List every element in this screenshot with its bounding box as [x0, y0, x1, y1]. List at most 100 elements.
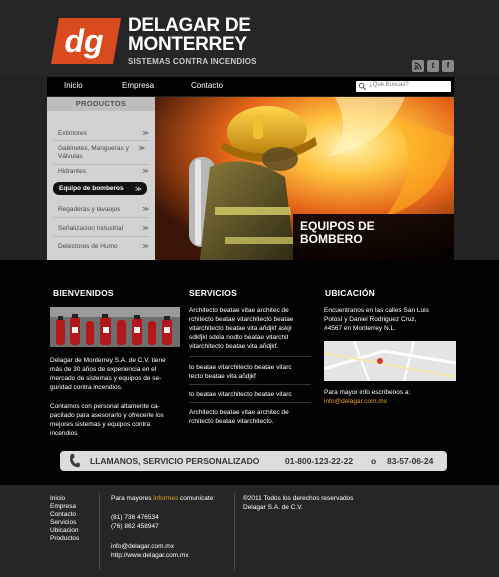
sidebar-item-label: Extintores: [58, 130, 87, 137]
text-line: vitarchitecto beatae vita añdjkf askjr: [189, 325, 292, 332]
sidebar-item-extintores[interactable]: Extintores ≫: [58, 130, 153, 138]
facebook-icon[interactable]: f: [442, 60, 454, 72]
brand-name-line2: MONTERREY: [128, 34, 247, 55]
text-line: mejores sistemas y equipos contra: [50, 421, 151, 428]
sidebar-item-label: Detectores de Humo: [58, 243, 118, 250]
sidebar-item-label: Señalizacion Industrial: [58, 225, 124, 232]
text-line: Potosí y Daniel Rodriguez Cruz,: [324, 316, 417, 323]
servicios-block-2: to beatae vitarchitecto beatae vitarc te…: [189, 363, 319, 381]
footer-copyright-2: Delagar S.A. de C.V.: [243, 504, 303, 511]
chevron-right-icon: ≫: [142, 130, 149, 137]
footer-divider: [234, 493, 235, 570]
bienvenidos-title: BIENVENIDOS: [53, 288, 114, 298]
ubicacion-title: UBICACIÓN: [325, 288, 375, 298]
sidebar-item-senalizacion[interactable]: Señalizacion Industrial ≫: [58, 225, 153, 233]
footer-contact-heading: Para mayores informes comunicate:: [111, 495, 215, 503]
text-line: rchitecto beatae vitarchitecto.: [189, 418, 274, 425]
nav-item-contacto[interactable]: Contacto: [191, 81, 223, 90]
phone-separator: o: [371, 456, 377, 466]
footer-nav: Inicio Empresa Contacto Servicios Ubicac…: [50, 495, 79, 543]
phone-icon: [70, 454, 80, 468]
footer-link-empresa[interactable]: Empresa: [50, 503, 79, 511]
chevron-right-icon: ≫: [142, 243, 149, 250]
text-segment: Para mayores: [111, 495, 154, 502]
text-line: Delagar de Monterrey S.A. de C.V. tiene: [50, 357, 166, 364]
footer-link-servicios[interactable]: Servicios: [50, 519, 79, 527]
text-segment: comunicate:: [178, 495, 216, 502]
logo-mark: dg: [64, 23, 103, 59]
nav-item-empresa[interactable]: Empresa: [122, 81, 154, 90]
sidebar-item-regaderas[interactable]: Regaderas y lavaojos ≫: [58, 206, 153, 214]
servicios-title: SERVICIOS: [189, 288, 237, 298]
chevron-right-icon: ≫: [142, 206, 149, 213]
divider: [53, 164, 149, 165]
phone-number-2[interactable]: 83-57-06-24: [387, 456, 433, 466]
servicios-block-3: to beatae vitarchitecto beatae vitarc: [189, 390, 319, 399]
footer-copyright-1: ®2011 Todos los derechos reservados: [243, 495, 354, 502]
chevron-right-icon: ≫: [138, 145, 145, 152]
footer-phone-2: (76) 862 458947: [111, 523, 159, 530]
footer-link-contacto[interactable]: Contacto: [50, 511, 79, 519]
text-line: to beatae vitarchitecto beatae vitarc: [189, 364, 292, 371]
divider: [53, 140, 149, 141]
info-text: Para mayor info escribenos a:: [324, 389, 411, 396]
location-map[interactable]: [324, 341, 456, 381]
divider: [53, 236, 149, 237]
sidebar-item-detectores[interactable]: Detectores de Humo ≫: [58, 243, 153, 251]
footer-link-productos[interactable]: Productos: [50, 535, 79, 543]
address: Encuentranos en las calles San Luis Poto…: [324, 306, 459, 333]
text-line: to beatae vitarchitecto beatae vitarc: [189, 391, 292, 398]
footer-link-inicio[interactable]: Inicio: [50, 495, 79, 503]
text-line: sdkfjkl sdela nodto beatae vitarchit: [189, 334, 289, 341]
text-line: pacitado para asesorarlo y ofrecerle los: [50, 412, 164, 419]
extinguishers-image: [50, 307, 180, 347]
chevron-right-icon: ≫: [142, 168, 149, 175]
divider: [189, 402, 311, 403]
email-link[interactable]: info@delagar.com.mx: [324, 397, 387, 406]
brand-tagline: SISTEMAS CONTRA INCENDIOS: [128, 57, 257, 66]
nav-item-inicio[interactable]: Inicio: [64, 81, 83, 90]
text-line: más de 30 años de experiencia en el: [50, 366, 157, 373]
search-placeholder: ¿Que Buscas?: [369, 82, 409, 88]
divider: [189, 356, 311, 357]
footer-email[interactable]: info@delagar.com.mx: [111, 543, 174, 551]
search-input[interactable]: ¿Que Buscas?: [356, 81, 451, 92]
servicios-block-1: Architecto beatae vitae architec de rchi…: [189, 306, 319, 351]
sidebar-item-label: Hidrantes: [58, 168, 86, 175]
footer-link-ubicacion[interactable]: Ubicacion: [50, 527, 79, 535]
hero-caption: EQUIPOS DE BOMBERO: [300, 220, 375, 246]
footer-divider: [99, 493, 100, 570]
sidebar-item-label: Gabinetes, Mangueras y Válvulas: [58, 145, 129, 160]
text-line: guridad contra incendios.: [50, 384, 123, 391]
text-line: #4567 en Monterrey N.L.: [324, 325, 396, 332]
text-line: Architecto beatae vitae architec de: [189, 409, 289, 416]
rss-icon[interactable]: [412, 60, 424, 72]
hero-caption-line2: BOMBERO: [300, 232, 363, 246]
sidebar-title: PRODUCTOS: [47, 97, 155, 111]
divider: [53, 217, 149, 218]
text-line: incendios: [50, 430, 78, 437]
text-line: tecto beatae vita añdjkf: [189, 373, 256, 380]
chevron-right-icon: ≫: [135, 186, 142, 193]
search-icon: [358, 82, 367, 91]
sidebar-item-hidrantes[interactable]: Hidrantes ≫: [58, 168, 153, 176]
phone-number-1[interactable]: 01-800-123-22-22: [285, 456, 353, 466]
text-line: mercado de sistemas y equipos de se-: [50, 375, 162, 382]
text-line: Architecto beatae vitae architec de: [189, 307, 289, 314]
text-highlight: informes: [153, 495, 179, 502]
twitter-icon[interactable]: t: [427, 60, 439, 72]
chevron-right-icon: ≫: [142, 225, 149, 232]
sidebar-item-gabinetes[interactable]: Gabinetes, Mangueras y Válvulas ≫: [58, 145, 145, 161]
footer-website[interactable]: http://www.delagar.com.mx: [111, 552, 189, 560]
text-line: Encuentranos en las calles San Luis: [324, 307, 429, 314]
sidebar-item-label-active[interactable]: Equipo de bomberos: [59, 185, 124, 192]
text-line: rchitecto beatae vitarchitecto beatae: [189, 316, 294, 323]
brand-name: DELAGAR DE MONTERREY: [128, 16, 251, 54]
text-line: Contamos con personal altamente ca-: [50, 403, 160, 410]
text-line: vitarchitecto beatae vita añdjkf.: [189, 343, 279, 350]
map-pin-icon: [377, 358, 383, 364]
sidebar-item-label: Regaderas y lavaojos: [58, 206, 121, 213]
logo-icon[interactable]: dg: [51, 18, 121, 64]
servicios-block-4: Architecto beatae vitae architec de rchi…: [189, 408, 319, 426]
call-label: LLAMANOS, SERVICIO PERSONALIZADO: [90, 456, 260, 466]
